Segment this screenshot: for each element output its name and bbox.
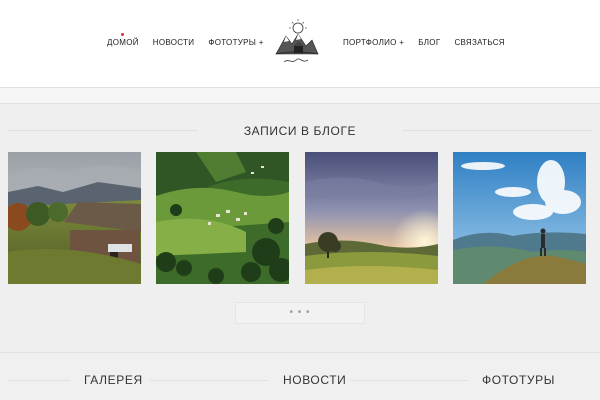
header-divider-band <box>0 88 600 104</box>
main-nav-left: ДОМОЙ НОВОСТИ ФОТОТУРЫ + <box>107 33 264 47</box>
gallery-title: ГАЛЕРЕЯ <box>84 373 143 387</box>
house-photo-image <box>8 152 141 284</box>
main-nav-right: ПОРТФОЛИО + БЛОГ СВЯЗАТЬСЯ <box>343 38 505 47</box>
blog-post-thumbnail[interactable] <box>453 152 586 284</box>
mountain-logo-icon <box>275 19 319 63</box>
site-header: ДОМОЙ НОВОСТИ ФОТОТУРЫ + ПОРТФОЛИО + БЛО… <box>0 0 600 88</box>
blog-post-thumbnail[interactable] <box>305 152 438 284</box>
blog-section-title: ЗАПИСИ В БЛОГЕ <box>243 124 357 138</box>
gallery-rule-left <box>8 380 70 381</box>
nav-portfolio[interactable]: ПОРТФОЛИО + <box>343 38 404 47</box>
news-rule-right <box>350 380 468 381</box>
blog-post-thumbnail[interactable] <box>156 152 289 284</box>
hiker-photo-image <box>453 152 586 284</box>
phototours-title: ФОТОТУРЫ <box>482 373 555 387</box>
gallery-rule-right <box>150 380 268 381</box>
site-logo[interactable] <box>272 14 320 70</box>
nav-contact[interactable]: СВЯЗАТЬСЯ <box>454 38 504 47</box>
valley-photo-image <box>156 152 289 284</box>
blog-posts-grid <box>8 152 588 284</box>
nav-blog[interactable]: БЛОГ <box>418 38 440 47</box>
footer-sections: ГАЛЕРЕЯ НОВОСТИ ФОТОТУРЫ <box>0 352 600 400</box>
nav-news[interactable]: НОВОСТИ <box>153 38 195 47</box>
nav-home[interactable]: ДОМОЙ <box>107 33 139 47</box>
nav-phototours[interactable]: ФОТОТУРЫ + <box>208 38 263 47</box>
sunset-photo-image <box>305 152 438 284</box>
blog-post-thumbnail[interactable] <box>8 152 141 284</box>
load-more-button[interactable]: • • • <box>235 302 365 324</box>
news-title: НОВОСТИ <box>283 373 347 387</box>
blog-section-header: ЗАПИСИ В БЛОГЕ <box>0 120 600 140</box>
